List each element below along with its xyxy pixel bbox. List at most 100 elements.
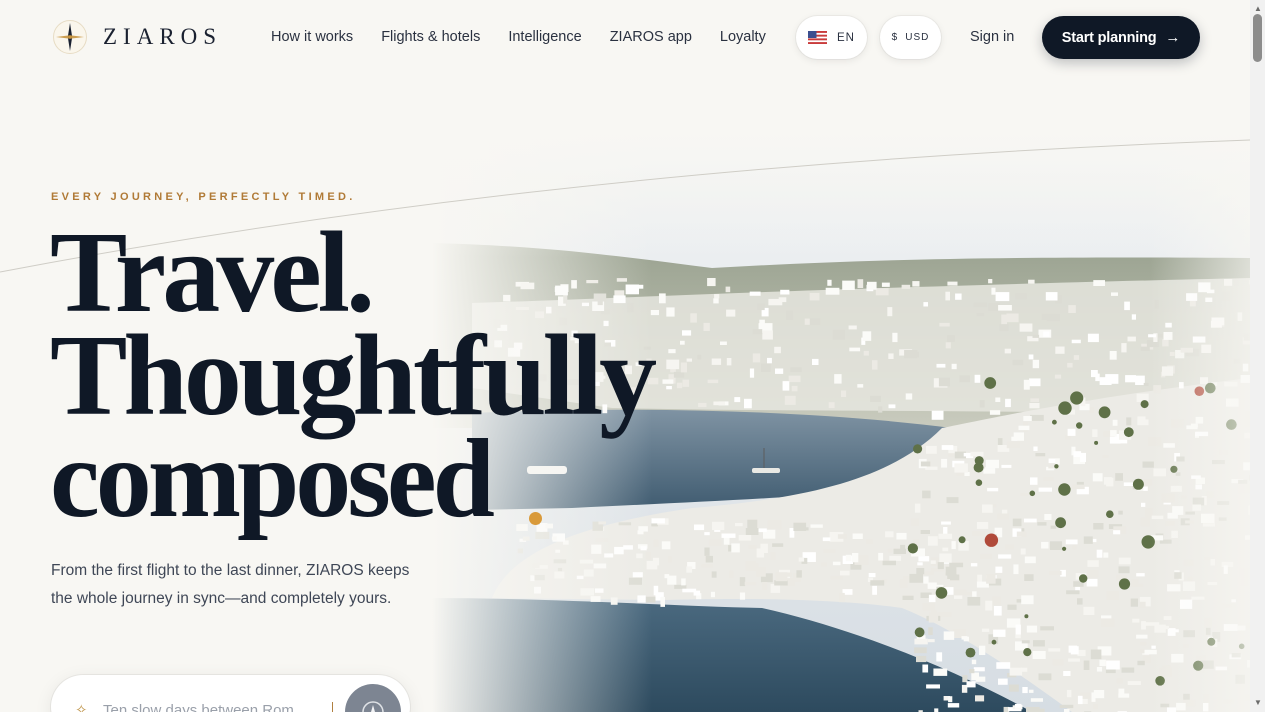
town-building — [661, 541, 671, 550]
town-building — [1219, 449, 1228, 455]
town-building — [551, 536, 557, 541]
town-building — [1215, 666, 1228, 671]
town-building — [1032, 334, 1040, 338]
town-tree — [984, 533, 999, 547]
town-building — [1015, 624, 1021, 635]
town-tree — [1070, 391, 1084, 405]
town-building — [882, 560, 896, 566]
town-building — [852, 533, 863, 539]
town-tree — [907, 543, 918, 554]
town-building — [976, 312, 985, 317]
town-building — [927, 582, 937, 589]
town-building — [1147, 437, 1162, 447]
town-building — [845, 554, 852, 562]
town-building — [1141, 502, 1146, 507]
town-building — [673, 371, 685, 378]
town-building — [885, 531, 894, 538]
page-scrollbar[interactable]: ▲ ▼ — [1250, 0, 1265, 712]
town-building — [1237, 625, 1246, 631]
town-building — [710, 591, 715, 598]
town-building — [974, 374, 981, 383]
town-building — [760, 363, 771, 372]
nav-loyalty[interactable]: Loyalty — [720, 29, 766, 45]
town-building — [1140, 649, 1145, 653]
town-building — [1181, 495, 1187, 499]
currency-selector[interactable]: $ USD — [880, 16, 941, 59]
town-building — [1171, 530, 1178, 538]
town-building — [926, 445, 937, 454]
nav-intelligence[interactable]: Intelligence — [508, 29, 581, 45]
nav-ziaros-app[interactable]: ZIAROS app — [610, 29, 692, 45]
town-building — [1140, 641, 1147, 646]
town-building — [1011, 436, 1018, 441]
town-building — [1176, 456, 1185, 462]
town-building — [1145, 507, 1153, 518]
town-building — [938, 377, 950, 387]
town-building — [1024, 574, 1034, 581]
town-building — [1139, 601, 1146, 609]
town-building — [1140, 517, 1151, 527]
town-building — [1121, 343, 1127, 353]
town-building — [628, 577, 642, 585]
town-building — [872, 585, 877, 595]
town-building — [1223, 565, 1228, 574]
town-building — [954, 463, 968, 473]
town-building — [928, 627, 933, 635]
town-building — [1004, 348, 1011, 354]
town-building — [981, 628, 990, 632]
town-building — [1067, 428, 1076, 436]
town-tree — [965, 647, 976, 658]
town-building — [1005, 398, 1011, 408]
town-tree — [1155, 676, 1165, 686]
brand-logo[interactable]: ZIAROS — [52, 19, 222, 55]
town-building — [711, 358, 722, 365]
town-building — [1048, 648, 1061, 652]
town-building — [1162, 339, 1169, 347]
nav-how-it-works[interactable]: How it works — [271, 29, 353, 45]
scroll-down-arrow-icon[interactable]: ▼ — [1254, 698, 1262, 707]
town-building — [923, 302, 928, 307]
town-building — [889, 555, 902, 561]
town-building — [784, 395, 796, 405]
town-building — [1073, 355, 1080, 360]
town-building — [1154, 299, 1159, 309]
scroll-up-arrow-icon[interactable]: ▲ — [1254, 4, 1262, 13]
town-building — [967, 597, 981, 606]
town-building — [1130, 598, 1138, 607]
town-building — [1106, 591, 1120, 601]
town-building — [1030, 698, 1043, 702]
town-building — [1235, 674, 1245, 684]
town-building — [1038, 487, 1052, 492]
town-building — [1240, 375, 1250, 383]
town-building — [1102, 454, 1109, 459]
town-building — [1132, 618, 1140, 623]
submit-prompt-button[interactable] — [345, 684, 401, 712]
town-building — [713, 401, 725, 406]
language-selector[interactable]: EN — [796, 16, 867, 59]
town-building — [707, 379, 719, 384]
town-building — [662, 379, 674, 384]
town-building — [1043, 331, 1050, 337]
town-building — [1008, 684, 1019, 692]
town-building — [1195, 431, 1209, 437]
town-building — [1237, 312, 1243, 321]
town-building — [1093, 690, 1105, 699]
town-building — [1032, 359, 1040, 369]
nav-flights-hotels[interactable]: Flights & hotels — [381, 29, 480, 45]
town-building — [1024, 518, 1037, 523]
town-building — [1093, 523, 1104, 530]
primary-nav: How it works Flights & hotels Intelligen… — [271, 29, 794, 45]
town-building — [998, 554, 1012, 559]
start-planning-button[interactable]: Start planning → — [1042, 16, 1200, 59]
town-tree — [1106, 510, 1114, 518]
town-building — [1203, 617, 1212, 628]
town-building — [704, 547, 710, 556]
town-building — [1083, 536, 1093, 544]
town-building — [1242, 363, 1249, 372]
sign-in-link[interactable]: Sign in — [970, 29, 1014, 45]
town-building — [1033, 446, 1038, 451]
town-building — [712, 521, 725, 531]
town-building — [975, 676, 986, 682]
trip-prompt-input[interactable] — [103, 699, 323, 712]
scroll-thumb[interactable] — [1253, 14, 1262, 62]
